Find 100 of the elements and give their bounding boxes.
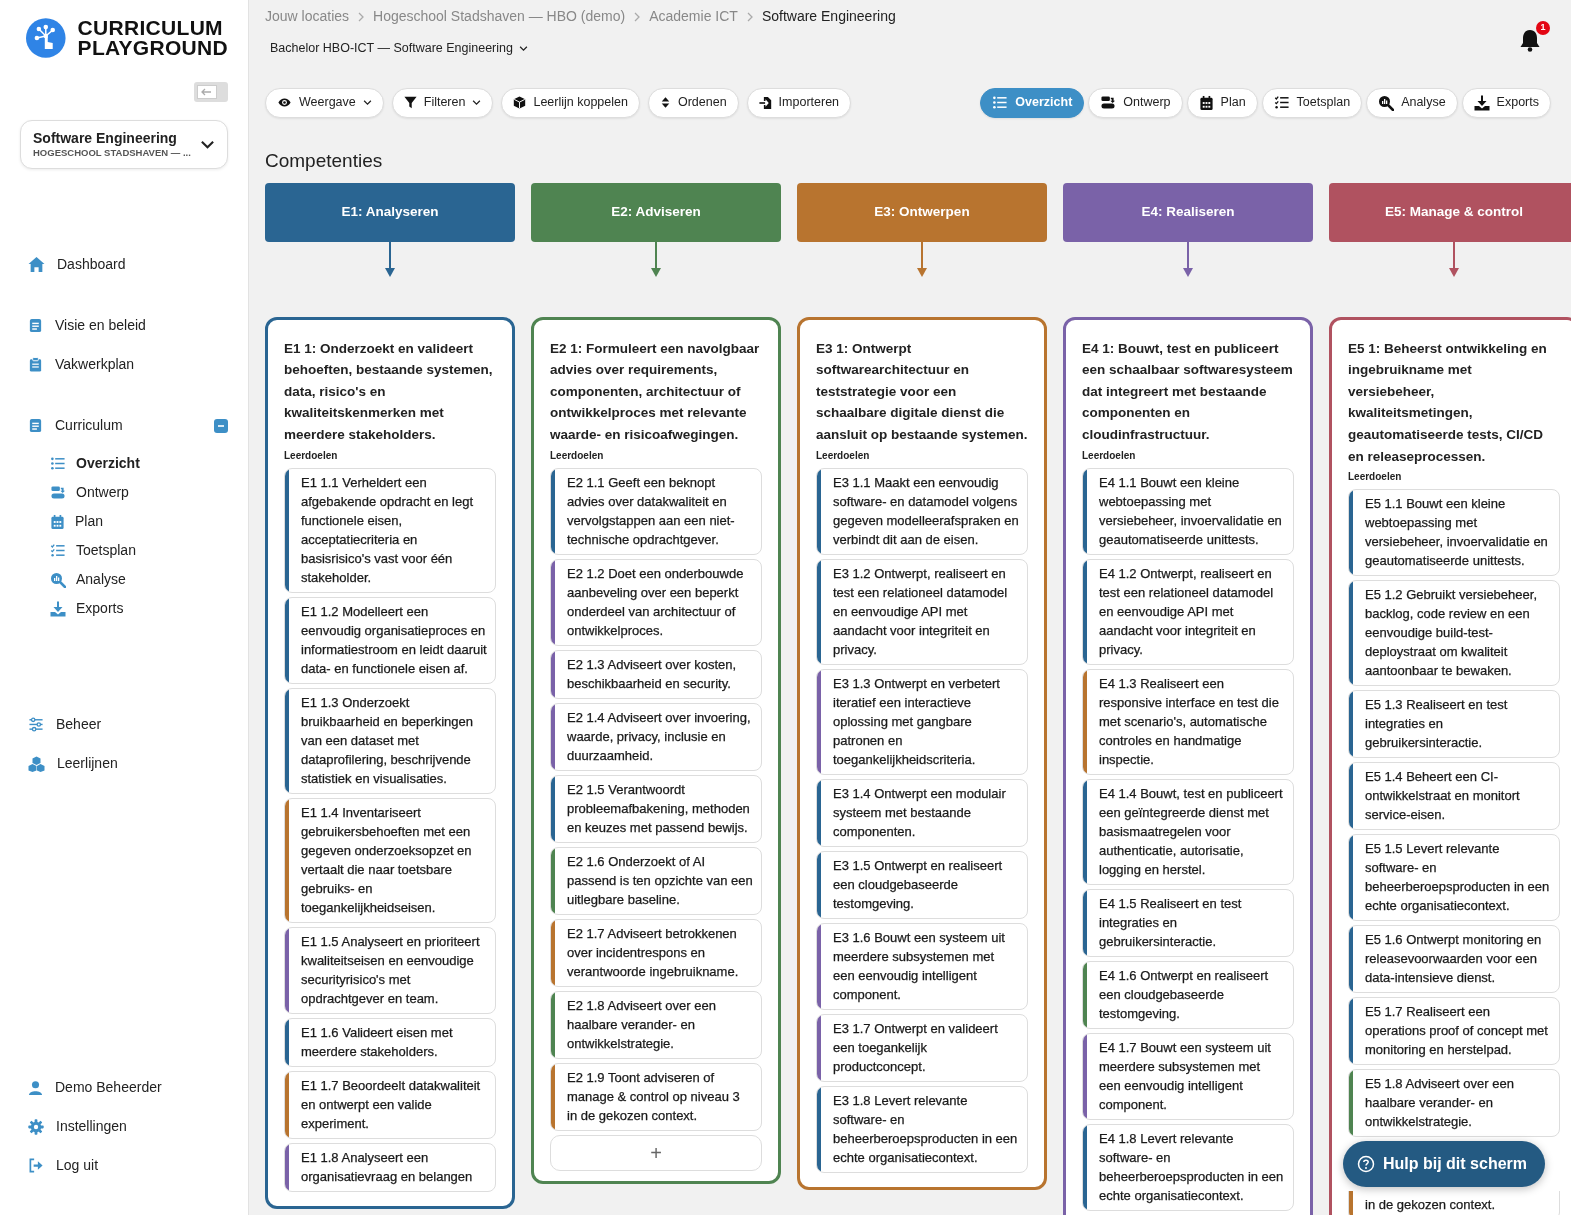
view-tab[interactable]: Plan bbox=[1186, 87, 1258, 118]
view-tab[interactable]: Analyse bbox=[1366, 87, 1458, 118]
goal-card[interactable]: E5 1.7 Realiseert een operations proof of concept met monitoring en herstelpad. bbox=[1348, 997, 1560, 1066]
goal-card[interactable]: E1 1.4 Inventariseert gebruikersbehoeften met een gegeven onderzoeksopzet en vertaalt die naar toetsbare gebruiks- en toegankelijkheidseisen. bbox=[284, 797, 496, 923]
competency-header[interactable]: E1: Analyseren bbox=[265, 182, 515, 242]
goal-text: E1 1.8 Analyseert een organisatievraag en belangen bbox=[300, 1148, 474, 1186]
collapse-sidebar-button[interactable] bbox=[194, 82, 228, 102]
goal-card[interactable]: E4 1.4 Bouwt, test en publiceert een geïntegreerde dienst met basismaatregelen voor authenticatie, autorisatie, logging en herstel. bbox=[1082, 778, 1294, 885]
competency-header[interactable]: E4: Realiseren bbox=[1063, 182, 1313, 242]
goal-card[interactable]: E4 1.1 Bouwt een kleine webtoepassing met versiebeheer, invoervalidatie en geautomatiseerde unittests. bbox=[1082, 467, 1294, 555]
view-tab[interactable]: Ontwerp bbox=[1088, 87, 1183, 118]
goal-card[interactable]: E4 1.2 Ontwerpt, realiseert en test een relationeel datamodel en eenvoudige API met aandacht voor integriteit en privacy. bbox=[1082, 558, 1294, 665]
competency-header[interactable]: E3: Ontwerpen bbox=[797, 182, 1047, 242]
competency-title: E3 1: Ontwerpt softwarearchitectuur en teststrategie voor een schaalbare digitale dienst die aansluit op bestaande systemen. bbox=[816, 339, 1028, 444]
toolbar-button[interactable]: Leerlijn koppelen bbox=[501, 87, 640, 118]
goal-card[interactable]: E2 1.1 Geeft een beknopt advies over datakwaliteit en vervolgstappen aan een niet-technische opdrachtgever. bbox=[550, 467, 762, 555]
sidebar-subitem[interactable]: Exports bbox=[0, 594, 248, 623]
goal-card[interactable]: E1 1.1 Verheldert een afgebakende opdracht en legt functionele eisen, acceptatiecriteria en basisrisico's vast voor één stakeholder. bbox=[284, 467, 496, 593]
sidebar-item[interactable]: Curriculum bbox=[0, 406, 248, 445]
breadcrumb-link[interactable]: Software Engineering bbox=[761, 6, 896, 27]
sidebar-item[interactable]: Leerlijnen bbox=[0, 744, 248, 783]
goal-card[interactable]: E5 1.2 Gebruikt versiebeheer, backlog, code review en een eenvoudige build-test-deploystraat om kwaliteit aantoonbaar te bewaken. bbox=[1348, 580, 1560, 687]
competency-header[interactable]: E5: Manage & control bbox=[1329, 182, 1571, 242]
goal-card[interactable]: E3 1.3 Ontwerpt en verbetert iteratief een interactieve oplossing met gangbare patronen en toegankelijkheidscriteria. bbox=[816, 668, 1028, 775]
sidebar-label: Dashboard bbox=[57, 255, 126, 274]
sidebar-subitem[interactable]: Overzicht bbox=[0, 449, 248, 478]
goal-card[interactable]: in de gekozen context. bbox=[1348, 1191, 1560, 1215]
collapse-toggle[interactable] bbox=[214, 418, 228, 433]
bell-icon bbox=[1519, 28, 1541, 52]
goal-card[interactable]: E1 1.6 Valideert eisen met meerdere stakeholders. bbox=[284, 1017, 496, 1067]
program-selector[interactable]: Software Engineering HOGESCHOOL STADSHAVEN — ... bbox=[20, 120, 228, 169]
goal-card[interactable]: E4 1.7 Bouwt een systeem uit meerdere subsystemen met een eenvoudig intelligent component. bbox=[1082, 1032, 1294, 1120]
goal-card[interactable]: E5 1.4 Beheert een CI-ontwikkelstraat en monitort service-eisen. bbox=[1348, 762, 1560, 831]
add-goal-button[interactable]: + bbox=[550, 1134, 762, 1171]
goal-card[interactable]: E3 1.5 Ontwerpt en realiseert een cloudgebaseerde testomgeving. bbox=[816, 850, 1028, 919]
sidebar-subitem[interactable]: Plan bbox=[0, 507, 248, 536]
list-icon bbox=[992, 95, 1009, 111]
toolbar-button[interactable]: Importeren bbox=[746, 87, 852, 118]
account-item[interactable]: Log uit bbox=[0, 1146, 248, 1185]
sidebar-label: Log uit bbox=[56, 1156, 99, 1175]
goal-text: E1 1.5 Analyseert en prioriteert kwaliteitseisen en eenvoudige securityrisico's met opdrachtgever en team. bbox=[300, 932, 481, 1008]
help-button[interactable]: Hulp bij dit scherm bbox=[1343, 1141, 1545, 1187]
goal-card[interactable]: E2 1.5 Verantwoordt probleemafbakening, methoden en keuzes met passend bewijs. bbox=[550, 774, 762, 843]
sidebar-item[interactable]: Dashboard bbox=[0, 245, 248, 284]
goal-card[interactable]: E5 1.6 Ontwerpt monitoring en releasevoorwaarden voor een data-intensieve dienst. bbox=[1348, 925, 1560, 994]
goal-card[interactable]: E4 1.6 Ontwerpt en realiseert een cloudgebaseerde testomgeving. bbox=[1082, 960, 1294, 1029]
view-tab[interactable]: Exports bbox=[1461, 87, 1551, 118]
view-tab[interactable]: Overzicht bbox=[980, 87, 1085, 118]
toolbar-button[interactable]: Filteren bbox=[391, 87, 494, 118]
sidebar-subitem[interactable]: Ontwerp bbox=[0, 478, 248, 507]
goal-card[interactable]: E5 1.5 Levert relevante software- en beheerberoepsproducten in een echte organisatiecontext. bbox=[1348, 834, 1560, 922]
goal-card[interactable]: E1 1.3 Onderzoekt bruikbaarheid en beperkingen van een dataset met dataprofilering, beschrijvende statistiek en visualisaties. bbox=[284, 687, 496, 794]
sidebar-label: Exports bbox=[76, 599, 124, 618]
competency-header[interactable]: E2: Adviseren bbox=[531, 182, 781, 242]
goal-card[interactable]: E1 1.8 Analyseert een organisatievraag en belangen bbox=[284, 1142, 496, 1192]
goal-card[interactable]: E1 1.2 Modelleert een eenvoudig organisatieproces en informatiestroom en leidt daaruit data- en functionele eisen af. bbox=[284, 596, 496, 684]
program-title: Software Engineering bbox=[33, 130, 178, 147]
calendar-icon bbox=[1198, 94, 1214, 111]
goal-text: E1 1.4 Inventariseert gebruikersbehoeften met een gegeven onderzoeksopzet en vertaalt die naar toetsbare gebruiks- en toegankelijkheidseisen. bbox=[300, 803, 473, 917]
goal-card[interactable]: E3 1.6 Bouwt een systeem uit meerdere subsystemen met een eenvoudig intelligent component. bbox=[816, 922, 1028, 1010]
goal-text: E4 1.4 Bouwt, test en publiceert een geïntegreerde dienst met basismaatregelen voor authenticatie, autorisatie, logging en herstel. bbox=[1098, 784, 1284, 879]
sidebar-subitem[interactable]: Toetsplan bbox=[0, 536, 248, 565]
goal-card[interactable]: E3 1.8 Levert relevante software- en beheerberoepsproducten in een echte organisatiecontext. bbox=[816, 1085, 1028, 1173]
goal-card[interactable]: E2 1.6 Onderzoekt of AI passend is ten opzichte van een uitlegbare baseline. bbox=[550, 846, 762, 915]
goal-card[interactable]: E2 1.3 Adviseert over kosten, beschikbaarheid en security. bbox=[550, 649, 762, 699]
account-item[interactable]: Instellingen bbox=[0, 1107, 248, 1146]
goal-card[interactable]: E3 1.1 Maakt een eenvoudig software- en datamodel volgens gegeven modelleerafspraken en verbindt dit aan de eisen. bbox=[816, 467, 1028, 555]
goal-text: E5 1.1 Bouwt een kleine webtoepassing met versiebeheer, invoervalidatie en geautomatiseerde unittests. bbox=[1364, 495, 1549, 571]
toolbar-button[interactable]: Weergave bbox=[265, 87, 384, 118]
goal-card[interactable]: E2 1.2 Doet een onderbouwde aanbeveling over een beperkt onderdeel van architectuur of ontwikkelproces. bbox=[550, 558, 762, 646]
sidebar-item[interactable]: Vakwerkplan bbox=[0, 345, 248, 384]
goal-card[interactable]: E5 1.8 Adviseert over een haalbare verander- en ontwikkelstrategie. bbox=[1348, 1069, 1560, 1138]
goal-text: E1 1.1 Verheldert een afgebakende opdracht en legt functionele eisen, acceptatiecriteria en basisrisico's vast voor één stakeholder. bbox=[300, 473, 475, 587]
view-tab[interactable]: Toetsplan bbox=[1261, 87, 1363, 118]
goal-card[interactable]: E2 1.7 Adviseert betrokkenen over incidentrespons en verantwoorde ingebruikname. bbox=[550, 918, 762, 987]
sidebar-item[interactable]: Visie en beleid bbox=[0, 306, 248, 345]
goal-card[interactable]: E4 1.8 Levert relevante software- en beheerberoepsproducten in een echte organisatiecontext. bbox=[1082, 1123, 1294, 1211]
program-dropdown[interactable]: Bachelor HBO-ICT — Software Engineering bbox=[265, 39, 533, 58]
sidebar-item[interactable]: Beheer bbox=[0, 705, 248, 744]
goal-card[interactable]: E2 1.8 Adviseert over een haalbare verander- en ontwikkelstrategie. bbox=[550, 990, 762, 1059]
goal-card[interactable]: E5 1.1 Bouwt een kleine webtoepassing met versiebeheer, invoervalidatie en geautomatiseerde unittests. bbox=[1348, 489, 1560, 577]
goal-card[interactable]: E2 1.9 Toont adviseren of manage & control op niveau 3 in de gekozen context. bbox=[550, 1062, 762, 1131]
goal-card[interactable]: E3 1.7 Ontwerpt en valideert een toegankelijk productconcept. bbox=[816, 1013, 1028, 1082]
account-item[interactable]: Demo Beheerder bbox=[0, 1068, 248, 1107]
logo-icon bbox=[26, 18, 66, 58]
competency-title: E4 1: Bouwt, test en publiceert een schaalbaar softwaresysteem dat integreert met bestaande componenten en cloudinfrastructuur. bbox=[1082, 339, 1294, 444]
toolbar-button[interactable]: Ordenen bbox=[647, 87, 739, 118]
goal-card[interactable]: E1 1.5 Analyseert en prioriteert kwaliteitseisen en eenvoudige securityrisico's met opdrachtgever en team. bbox=[284, 926, 496, 1014]
goal-text: E4 1.3 Realiseert een responsive interface en test die met scenario's, automatische controles en handmatige inspectie. bbox=[1098, 674, 1280, 769]
goal-text: E2 1.4 Adviseert over invoering, waarde, privacy, inclusie en duurzaamheid. bbox=[566, 708, 752, 765]
goal-card[interactable]: E4 1.3 Realiseert een responsive interface en test die met scenario's, automatische controles en handmatige inspectie. bbox=[1082, 668, 1294, 775]
goal-card[interactable]: E3 1.4 Ontwerpt een modulair systeem met bestaande componenten. bbox=[816, 778, 1028, 847]
goal-card[interactable]: E4 1.5 Realiseert en test integraties en gebruikersinteractie. bbox=[1082, 888, 1294, 957]
program-subtitle: HOGESCHOOL STADSHAVEN — ... bbox=[33, 147, 192, 159]
goal-card[interactable]: E2 1.4 Adviseert over invoering, waarde, privacy, inclusie en duurzaamheid. bbox=[550, 702, 762, 771]
goal-card[interactable]: E5 1.3 Realiseert en test integraties en gebruikersinteractie. bbox=[1348, 690, 1560, 759]
sidebar-subitem[interactable]: Analyse bbox=[0, 565, 248, 594]
goal-card[interactable]: E1 1.7 Beoordeelt datakwaliteit en ontwerpt een valide experiment. bbox=[284, 1070, 496, 1139]
logout-icon bbox=[28, 1158, 44, 1173]
goal-card[interactable]: E3 1.2 Ontwerpt, realiseert en test een relationeel datamodel en eenvoudige API met aandacht voor integriteit en privacy. bbox=[816, 558, 1028, 665]
